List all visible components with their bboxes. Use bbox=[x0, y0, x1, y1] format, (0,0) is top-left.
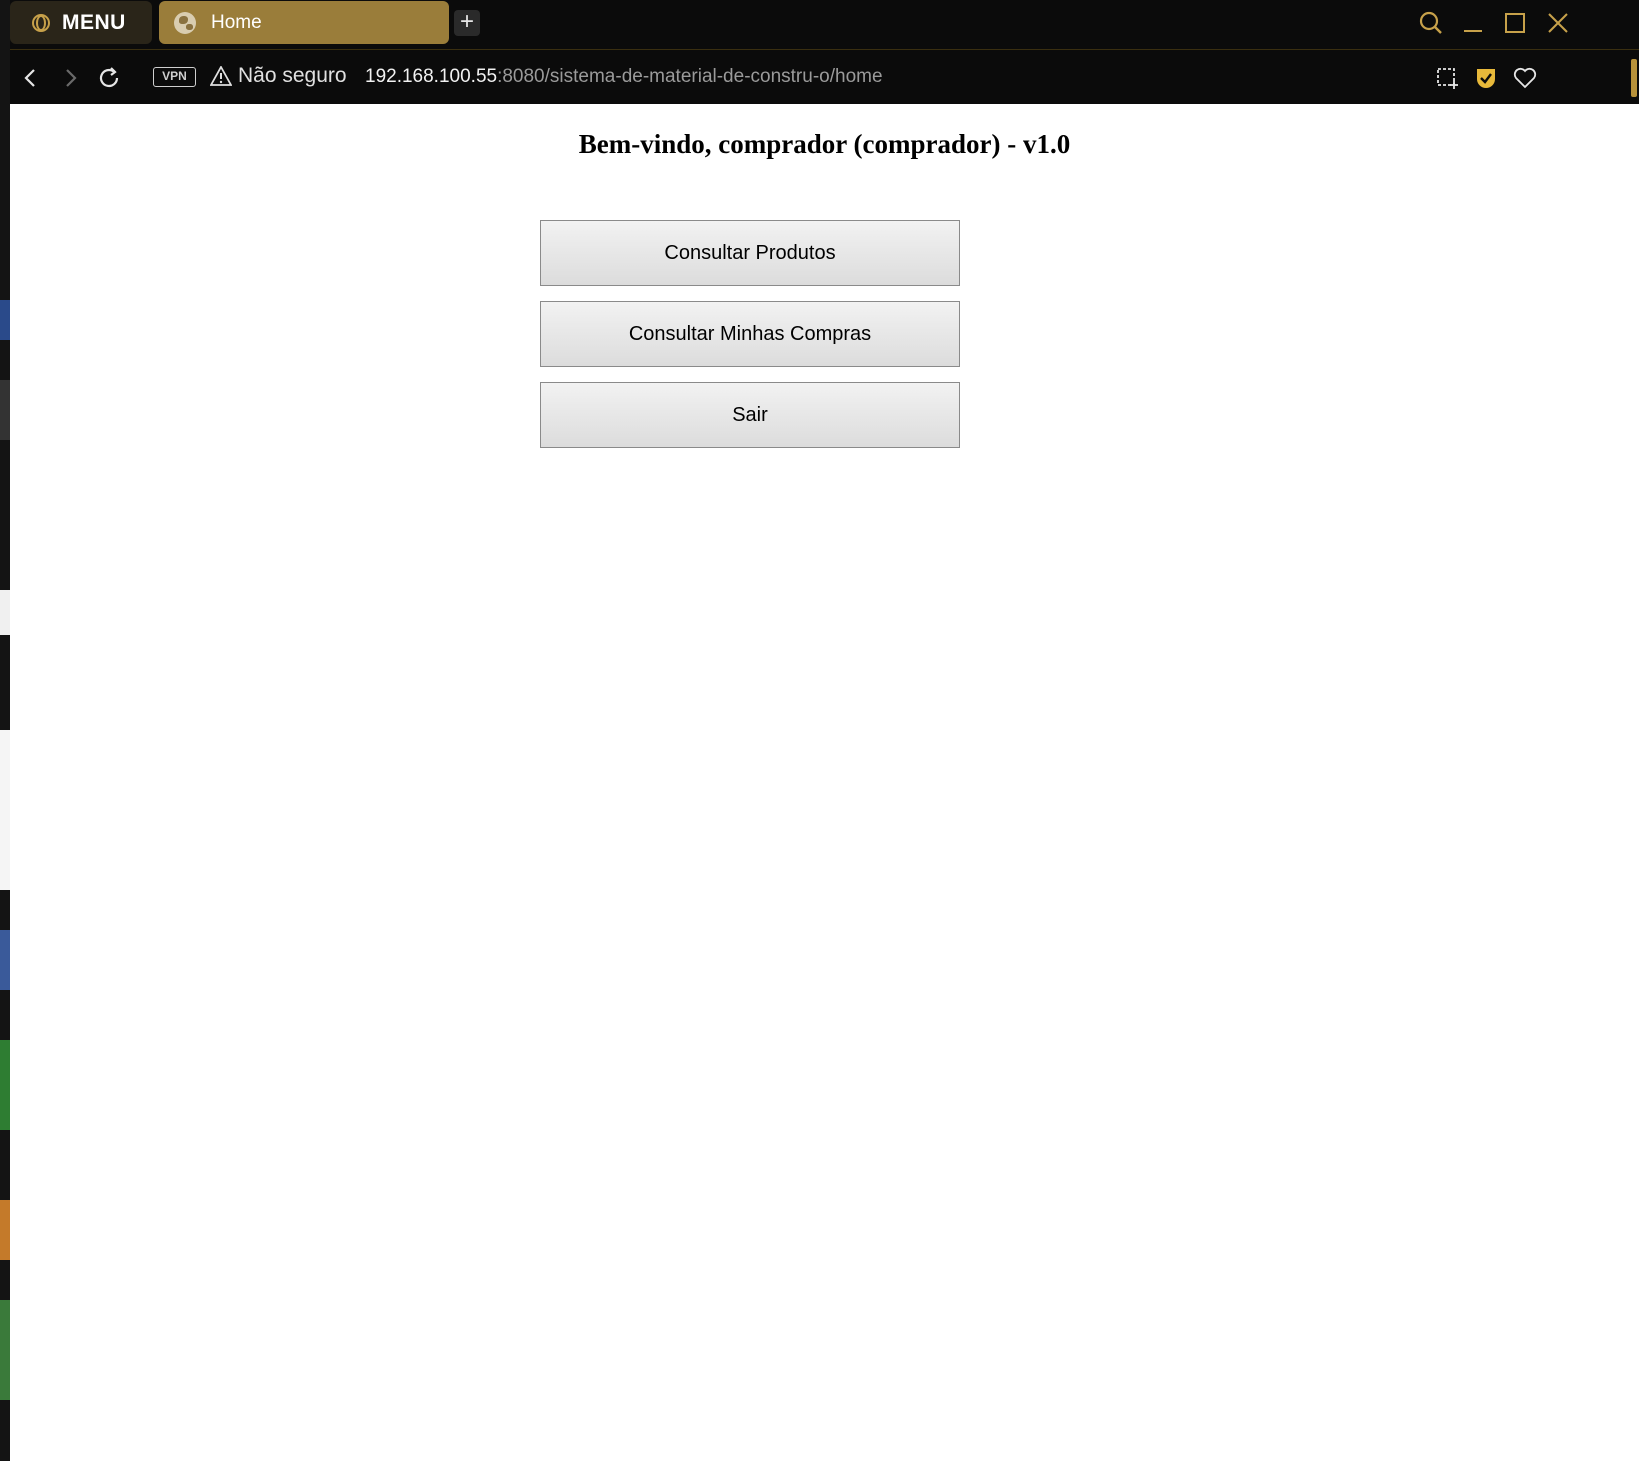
forward-button[interactable] bbox=[55, 63, 85, 93]
maximize-window-button[interactable] bbox=[1500, 8, 1530, 38]
minimize-icon bbox=[1464, 30, 1482, 32]
vpn-badge[interactable]: VPN bbox=[153, 67, 196, 87]
snapshot-icon bbox=[1437, 68, 1458, 89]
search-tabs-button[interactable] bbox=[1416, 8, 1446, 38]
maximize-icon bbox=[1505, 13, 1525, 33]
arrow-left-icon bbox=[24, 69, 35, 87]
back-button[interactable] bbox=[16, 63, 46, 93]
security-warning-label: Não seguro bbox=[238, 64, 347, 87]
minimize-window-button[interactable] bbox=[1458, 8, 1488, 38]
url-host: 192.168.100.55 bbox=[365, 66, 498, 87]
shield-check-icon bbox=[1477, 69, 1495, 88]
heart-icon bbox=[1513, 67, 1537, 89]
search-icon bbox=[1419, 11, 1442, 34]
opera-logo-icon bbox=[32, 13, 50, 32]
browser-menu-button[interactable]: MENU bbox=[10, 1, 152, 44]
browser-tab-bar: MENU Home + bbox=[10, 0, 1639, 50]
desktop-background-strip bbox=[0, 0, 10, 1461]
close-window-button[interactable] bbox=[1543, 8, 1573, 38]
consultar-minhas-compras-button[interactable]: Consultar Minhas Compras bbox=[540, 301, 960, 367]
ad-blocker-button[interactable] bbox=[1471, 63, 1501, 93]
sidebar-toggle[interactable] bbox=[1631, 59, 1637, 97]
url-field[interactable]: 192.168.100.55:8080/sistema-de-material-… bbox=[365, 66, 883, 88]
address-bar: VPN Não seguro 192.168.100.55:8080/siste… bbox=[10, 51, 1639, 104]
reload-icon bbox=[99, 67, 119, 88]
consultar-produtos-button[interactable]: Consultar Produtos bbox=[540, 220, 960, 286]
page-content: Bem-vindo, comprador (comprador) - v1.0 … bbox=[10, 104, 1639, 1461]
arrow-right-icon bbox=[66, 69, 77, 87]
snapshot-button[interactable] bbox=[1432, 63, 1462, 93]
reload-button[interactable] bbox=[94, 63, 124, 93]
browser-menu-label: MENU bbox=[62, 10, 126, 34]
url-path: :8080/sistema-de-material-de-constru-o/h… bbox=[497, 66, 883, 87]
globe-icon bbox=[174, 11, 196, 34]
bookmark-button[interactable] bbox=[1510, 63, 1540, 93]
warning-triangle-icon bbox=[210, 66, 232, 86]
page-title: Bem-vindo, comprador (comprador) - v1.0 bbox=[578, 129, 1071, 159]
new-tab-button[interactable]: + bbox=[454, 10, 480, 36]
tab-home[interactable]: Home bbox=[159, 1, 449, 44]
sair-button[interactable]: Sair bbox=[540, 382, 960, 448]
security-warning[interactable]: Não seguro bbox=[210, 64, 347, 88]
tab-label: Home bbox=[211, 11, 262, 33]
close-icon bbox=[1548, 13, 1568, 33]
